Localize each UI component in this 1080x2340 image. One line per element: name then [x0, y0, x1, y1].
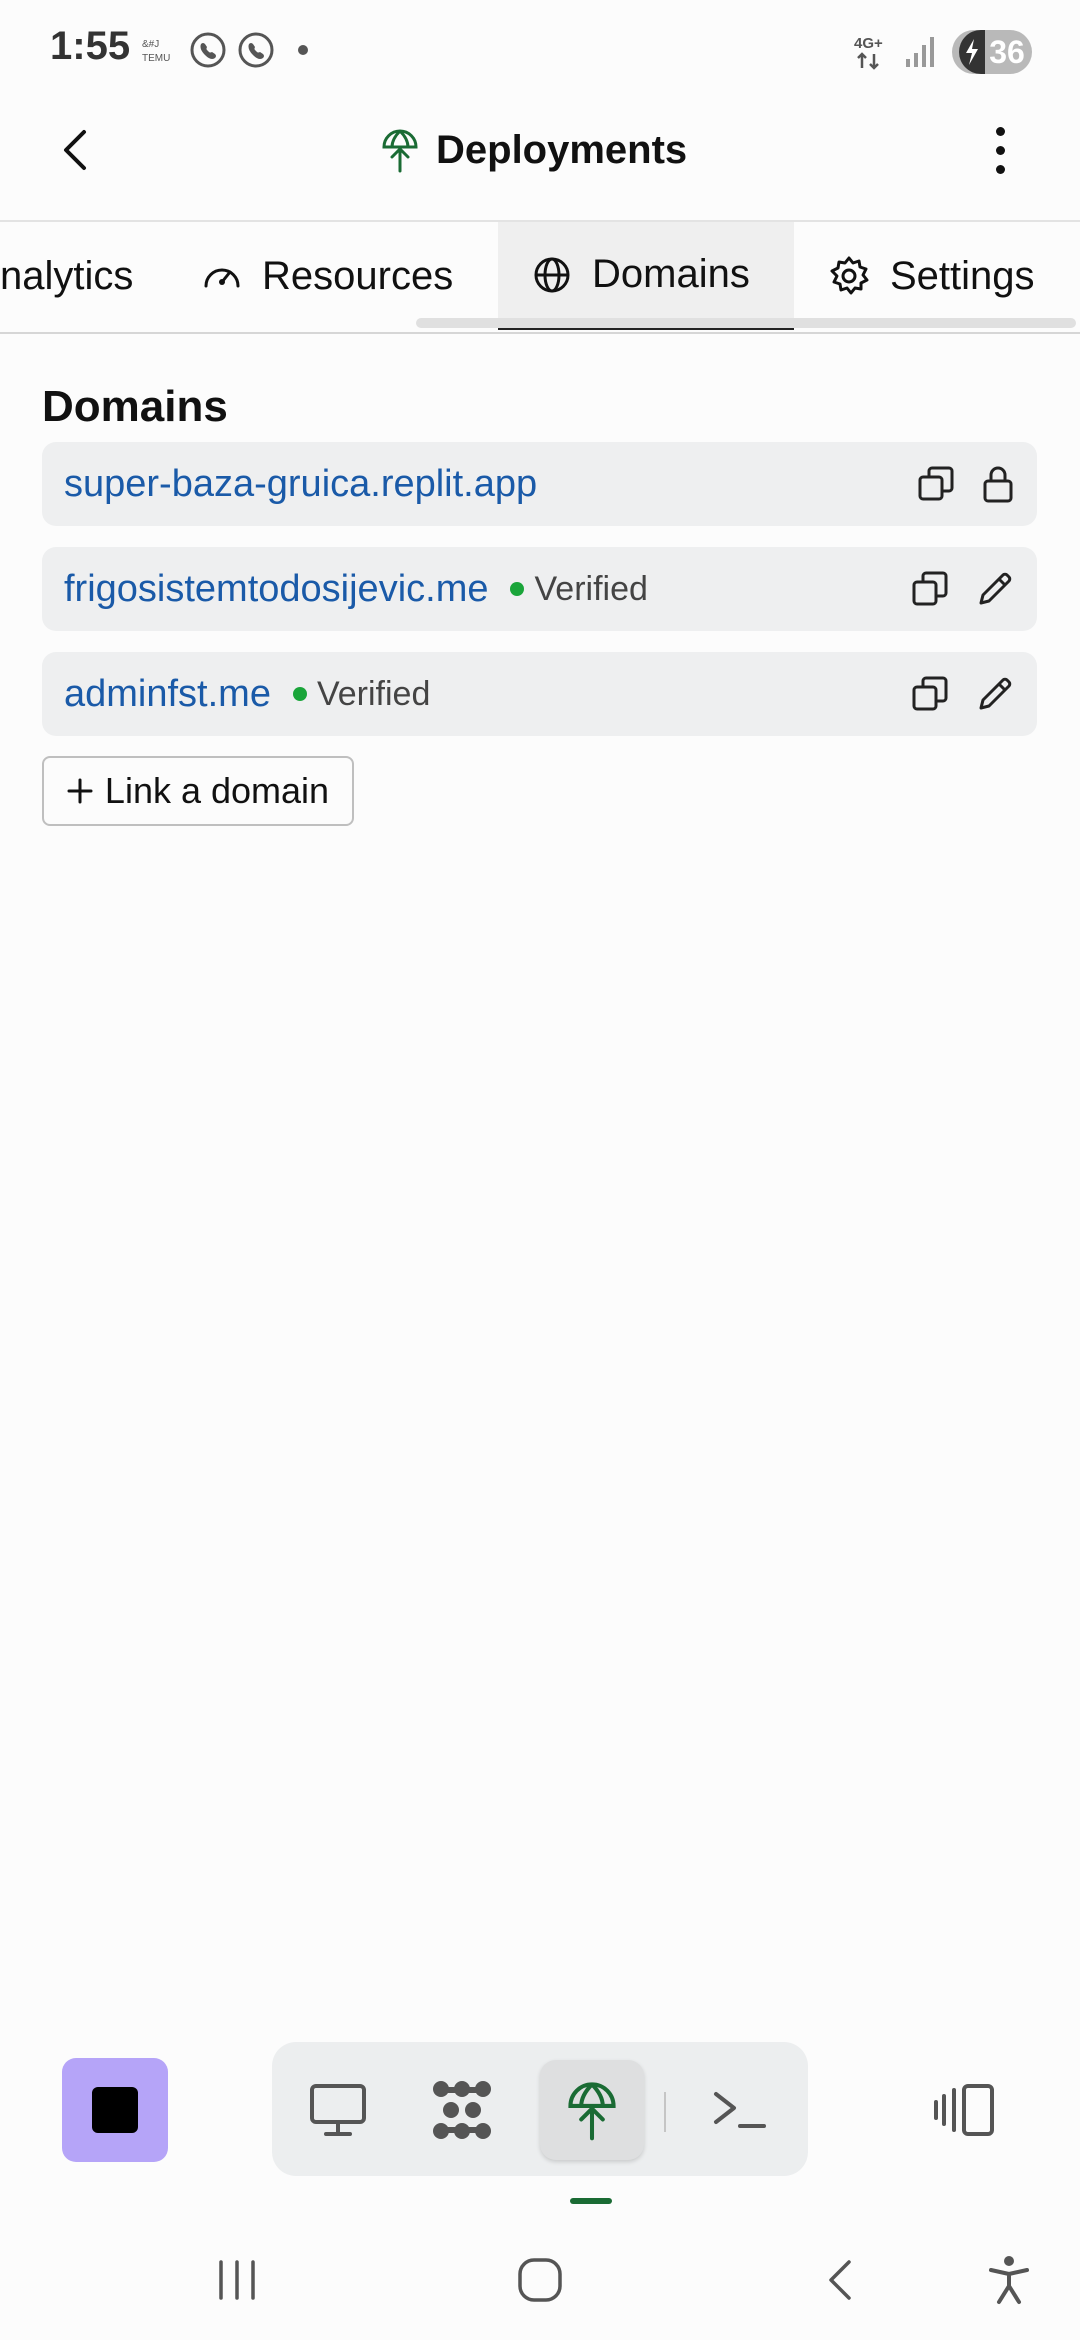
gauge-icon: [204, 268, 240, 288]
more-menu-button[interactable]: [980, 120, 1020, 180]
copy-icon[interactable]: [911, 675, 949, 713]
home-icon: [518, 2258, 562, 2302]
status-time: 1:55: [50, 24, 131, 68]
deployments-icon: [382, 129, 418, 173]
kebab-menu-icon: [995, 126, 1005, 136]
verified-label: Verified: [316, 674, 431, 713]
nav-home-button[interactable]: [512, 2250, 568, 2310]
back-icon: [829, 2260, 851, 2300]
more-notifications-dot: [298, 45, 308, 55]
lock-icon[interactable]: [981, 464, 1015, 504]
verified-dot: [510, 582, 525, 596]
page-title: Deployments: [436, 127, 688, 172]
copy-icon[interactable]: [911, 570, 949, 608]
terminal-icon: [714, 2092, 766, 2128]
status-notification-icons: &#J TEMU: [140, 30, 308, 70]
plus-icon: [67, 778, 93, 804]
domain-row: frigosistemtodosijevic.me Verified: [42, 547, 1037, 631]
battery-level: 36: [989, 33, 1025, 70]
nav-accessibility-button[interactable]: [984, 2250, 1034, 2310]
viber-icon: [238, 32, 274, 68]
domain-row: super-baza-gruica.replit.app: [42, 442, 1037, 526]
battery-indicator: 36: [952, 30, 1032, 74]
temu-icon: &#J TEMU: [142, 39, 170, 64]
section-title: Domains: [42, 382, 228, 431]
nav-recents-button[interactable]: [210, 2250, 264, 2310]
tab-settings[interactable]: Settings: [828, 222, 1080, 330]
tab-label: Settings: [890, 253, 1035, 298]
deployments-button[interactable]: [540, 2060, 644, 2160]
domain-actions: [917, 442, 1015, 526]
nav-back-button[interactable]: [818, 2250, 862, 2310]
chevron-left-icon: [64, 130, 86, 170]
verified-badge: Verified: [510, 569, 648, 609]
domain-link[interactable]: frigosistemtodosijevic.me: [64, 568, 488, 611]
domain-actions: [911, 652, 1015, 736]
nodes-button[interactable]: [410, 2060, 514, 2160]
layout-toggle-icon: [934, 2084, 994, 2136]
desktop-icon: [310, 2084, 366, 2136]
charging-icon: [959, 30, 986, 74]
pencil-icon[interactable]: [975, 674, 1015, 714]
shell-button[interactable]: [688, 2060, 792, 2160]
domain-link[interactable]: super-baza-gruica.replit.app: [64, 463, 537, 506]
status-right: 4G+ 36: [854, 30, 1032, 74]
accessibility-icon: [989, 2256, 1029, 2304]
domain-link[interactable]: adminfst.me: [64, 673, 271, 716]
tab-scrollbar[interactable]: [416, 318, 1076, 328]
tab-domains[interactable]: Domains: [498, 222, 794, 330]
link-domain-label: Link a domain: [104, 770, 330, 811]
signal-icon: [906, 37, 934, 67]
verified-badge: Verified: [292, 674, 431, 714]
link-domain-button[interactable]: Link a domain: [42, 756, 354, 826]
svg-text:&#J: &#J: [142, 39, 159, 50]
webview-button[interactable]: [286, 2060, 390, 2160]
tab-label: Domains: [592, 252, 750, 296]
domain-row: adminfst.me Verified: [42, 652, 1037, 736]
stop-icon: [92, 2087, 138, 2133]
tab-analytics[interactable]: nalytics: [0, 222, 150, 330]
network-4g-icon: 4G+: [854, 35, 883, 70]
deployments-icon: [568, 2082, 616, 2141]
stop-button[interactable]: [62, 2058, 168, 2162]
layout-toggle-button[interactable]: [930, 2080, 1000, 2140]
active-indicator: [570, 2198, 612, 2204]
domain-actions: [911, 547, 1015, 631]
page-header: Deployments: [380, 120, 687, 180]
recents-icon: [219, 2260, 255, 2300]
pencil-icon[interactable]: [975, 569, 1015, 609]
svg-text:TEMU: TEMU: [142, 53, 170, 64]
viber-icon: [190, 32, 226, 68]
globe-icon: [534, 257, 570, 292]
tab-bar: nalytics Resources Domains Settings: [0, 220, 1080, 334]
tab-label: nalytics: [0, 253, 134, 298]
dock-divider: [664, 2092, 666, 2132]
nodes-icon: [433, 2081, 491, 2139]
tab-label: Resources: [262, 253, 454, 298]
tab-resources[interactable]: Resources: [202, 222, 492, 330]
tool-dock: [272, 2042, 808, 2176]
verified-label: Verified: [534, 569, 648, 608]
back-button[interactable]: [50, 120, 100, 180]
svg-text:4G+: 4G+: [854, 35, 883, 52]
copy-icon[interactable]: [917, 465, 955, 503]
gear-icon: [830, 256, 869, 295]
verified-dot: [292, 687, 307, 701]
